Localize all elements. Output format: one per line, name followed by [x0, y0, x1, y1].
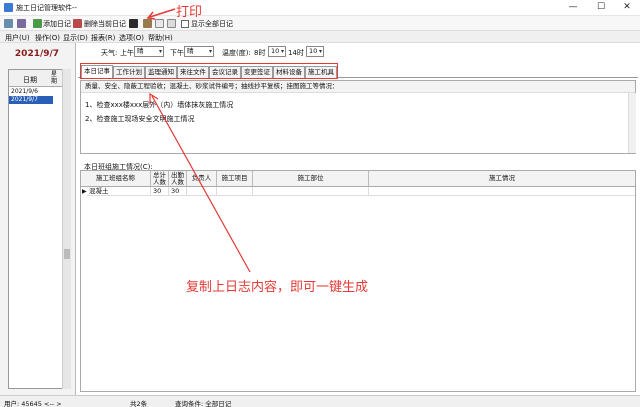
status-count: 共2条 — [130, 400, 148, 407]
status-filter: 查询条件: 全部日记 — [175, 400, 232, 407]
annotation-arrows — [146, 8, 251, 273]
print-arrow — [149, 8, 176, 18]
copy-arrow — [151, 95, 251, 273]
status-bar: 用户: 45645 <-- > 共2条 查询条件: 全部日记 — [0, 395, 640, 407]
status-user: 用户: 45645 <-- > — [4, 400, 62, 407]
